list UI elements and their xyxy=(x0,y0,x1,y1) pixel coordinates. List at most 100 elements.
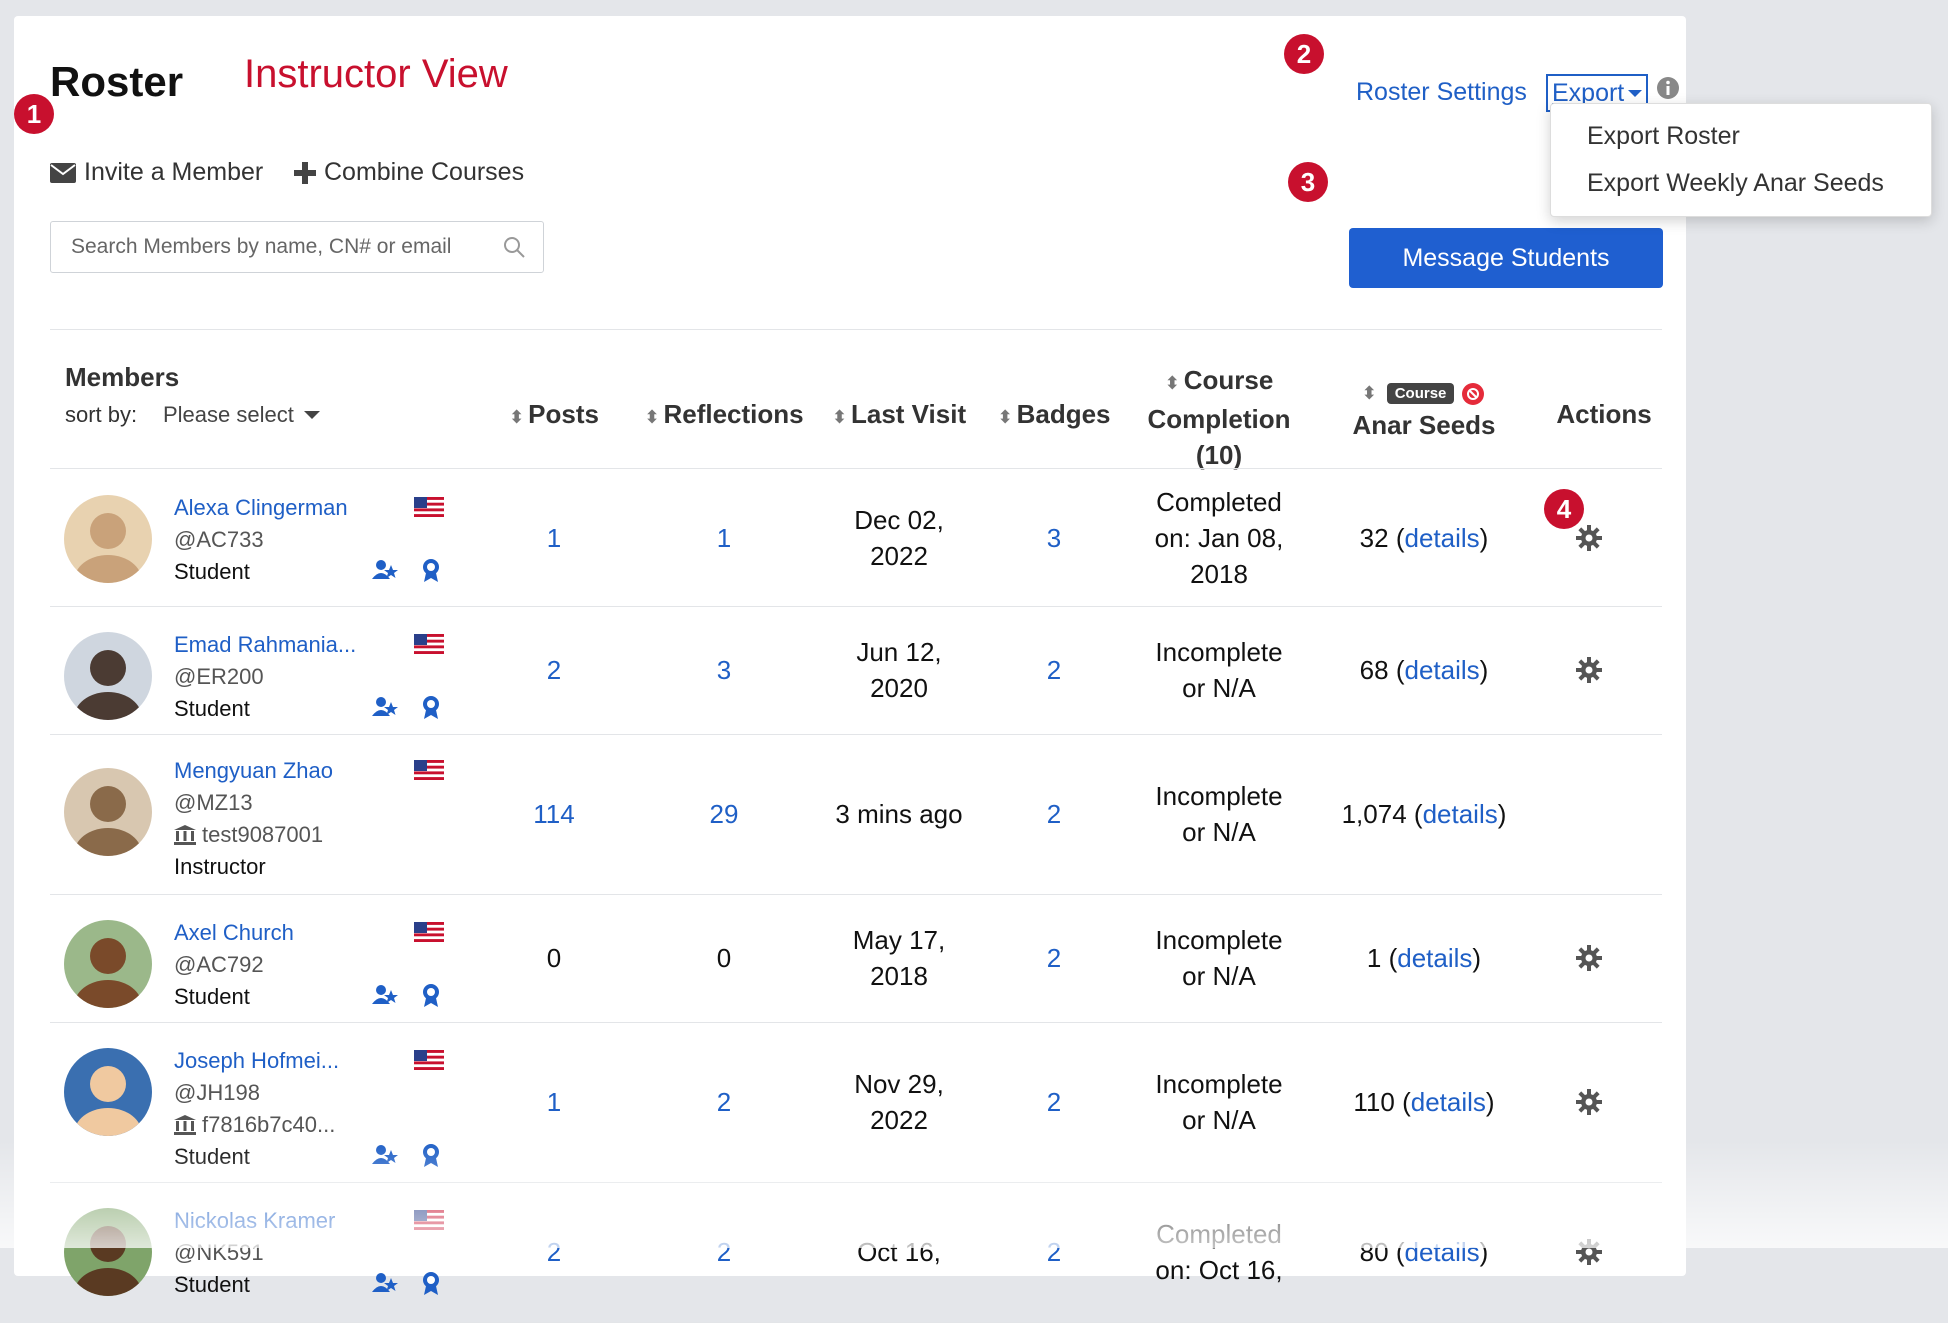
gear-icon[interactable] xyxy=(1576,945,1602,971)
col-anar-seeds[interactable]: ⬍ Course Anar Seeds xyxy=(1314,376,1534,441)
col-badges[interactable]: ⬍ Badges xyxy=(984,399,1124,430)
member-name[interactable]: Emad Rahmania... xyxy=(174,632,356,658)
reflections-count[interactable]: 2 xyxy=(624,1084,824,1120)
member-name[interactable]: Joseph Hofmei... xyxy=(174,1048,339,1074)
us-flag-icon xyxy=(414,922,444,942)
member-institution: test9087001 xyxy=(174,822,323,848)
avatar[interactable] xyxy=(64,768,152,856)
seed-count: 80 xyxy=(1359,1237,1389,1267)
course-completion: Incomplete or N/A xyxy=(1155,1069,1283,1135)
gear-icon[interactable] xyxy=(1576,1239,1602,1265)
marker-3: 3 xyxy=(1288,162,1328,202)
reflections-count[interactable]: 2 xyxy=(624,1234,824,1270)
col-reflections[interactable]: ⬍ Reflections xyxy=(624,399,824,430)
posts-count[interactable]: 114 xyxy=(484,796,624,832)
anar-seeds-cell: 32 (details) xyxy=(1359,522,1489,553)
sort-icon: ⬍ xyxy=(1361,382,1377,403)
member-role: Student xyxy=(174,1144,250,1169)
sort-icon: ⬍ xyxy=(831,407,847,427)
gear-icon[interactable] xyxy=(1576,657,1602,683)
reflections-count[interactable]: 3 xyxy=(624,652,824,688)
export-roster-item[interactable]: Export Roster xyxy=(1551,113,1931,160)
member-name[interactable]: Alexa Clingerman xyxy=(174,495,348,521)
col-course-completion[interactable]: ⬍ Course Completion (10) xyxy=(1134,362,1304,473)
gear-icon[interactable] xyxy=(1576,1089,1602,1115)
details-link[interactable]: details xyxy=(1423,799,1498,829)
anar-seeds-cell: 1,074 (details) xyxy=(1341,799,1507,829)
badges-count[interactable]: 2 xyxy=(984,940,1124,976)
award-icon[interactable] xyxy=(418,1270,444,1296)
last-visit: Dec 02, 2022 xyxy=(854,504,944,571)
roster-settings-link[interactable]: Roster Settings xyxy=(1356,78,1527,107)
institution-icon xyxy=(174,1115,196,1135)
member-handle: @ER200 xyxy=(174,664,264,689)
gear-icon[interactable] xyxy=(1576,524,1602,551)
member-role: Student xyxy=(174,984,250,1009)
search-box xyxy=(50,221,544,273)
reflections-count[interactable]: 29 xyxy=(624,796,824,832)
info-icon[interactable] xyxy=(1656,76,1680,100)
award-icon[interactable] xyxy=(418,694,444,720)
user-star-icon[interactable] xyxy=(372,1142,398,1168)
avatar[interactable] xyxy=(64,1048,152,1136)
details-link[interactable]: details xyxy=(1404,655,1479,685)
last-visit: Nov 29, 2022 xyxy=(854,1069,944,1135)
seed-count: 1,074 xyxy=(1341,799,1407,829)
member-role: Student xyxy=(174,696,250,721)
member-name[interactable]: Nickolas Kramer xyxy=(174,1208,335,1234)
combine-courses-label: Combine Courses xyxy=(324,158,525,186)
avatar[interactable] xyxy=(64,1208,152,1296)
badges-count[interactable]: 2 xyxy=(984,652,1124,688)
badges-count[interactable]: 2 xyxy=(984,796,1124,832)
message-students-button[interactable]: Message Students xyxy=(1349,228,1663,288)
user-star-icon[interactable] xyxy=(372,557,398,583)
posts-count[interactable]: 1 xyxy=(484,520,624,556)
posts-count[interactable]: 2 xyxy=(484,1234,624,1270)
last-visit: 3 mins ago xyxy=(835,799,963,829)
last-visit: Oct 16, xyxy=(857,1237,941,1267)
search-icon xyxy=(504,237,525,258)
avatar[interactable] xyxy=(64,920,152,1008)
badges-count[interactable]: 3 xyxy=(984,520,1124,556)
last-visit: Jun 12, 2020 xyxy=(856,637,942,703)
member-name[interactable]: Axel Church xyxy=(174,920,294,946)
details-link[interactable]: details xyxy=(1397,943,1472,973)
details-link[interactable]: details xyxy=(1404,1237,1479,1267)
roster-card: Roster Instructor View 1 2 3 Invite a Me… xyxy=(14,16,1686,1323)
invite-member-label: Invite a Member xyxy=(84,158,264,186)
course-tag: Course xyxy=(1386,382,1455,404)
export-weekly-seeds-item[interactable]: Export Weekly Anar Seeds xyxy=(1551,160,1931,207)
us-flag-icon xyxy=(414,1210,444,1230)
sort-by-select[interactable]: Please select xyxy=(163,402,320,428)
invite-member-link[interactable]: Invite a Member xyxy=(50,158,263,187)
seed-count: 1 xyxy=(1366,943,1382,973)
view-label: Instructor View xyxy=(244,52,508,96)
search-input[interactable] xyxy=(69,234,493,260)
avatar[interactable] xyxy=(64,495,152,583)
avatar[interactable] xyxy=(64,632,152,720)
award-icon[interactable] xyxy=(418,1142,444,1168)
user-star-icon[interactable] xyxy=(372,982,398,1008)
sort-icon: ⬍ xyxy=(997,407,1013,427)
posts-count[interactable]: 2 xyxy=(484,652,624,688)
award-icon[interactable] xyxy=(418,982,444,1008)
badges-count[interactable]: 2 xyxy=(984,1234,1124,1270)
caret-down-icon xyxy=(303,411,320,419)
anar-seeds-cell: 68 (details) xyxy=(1359,655,1489,685)
award-icon[interactable] xyxy=(418,557,444,583)
posts-count[interactable]: 1 xyxy=(484,1084,624,1120)
col-posts[interactable]: ⬍ Posts xyxy=(484,399,624,430)
combine-courses-link[interactable]: Combine Courses xyxy=(294,158,524,187)
member-handle: @JH198 xyxy=(174,1080,260,1105)
user-star-icon[interactable] xyxy=(372,1270,398,1296)
col-last-visit[interactable]: ⬍ Last Visit xyxy=(814,399,984,430)
anar-seeds-cell: 1 (details) xyxy=(1366,943,1482,973)
badges-count[interactable]: 2 xyxy=(984,1084,1124,1120)
details-link[interactable]: details xyxy=(1404,523,1479,553)
user-star-icon[interactable] xyxy=(372,694,398,720)
reflections-count[interactable]: 1 xyxy=(624,520,824,556)
details-link[interactable]: details xyxy=(1411,1087,1486,1117)
seed-count: 32 xyxy=(1359,522,1389,553)
member-handle: @AC792 xyxy=(174,952,264,977)
member-name[interactable]: Mengyuan Zhao xyxy=(174,758,333,784)
